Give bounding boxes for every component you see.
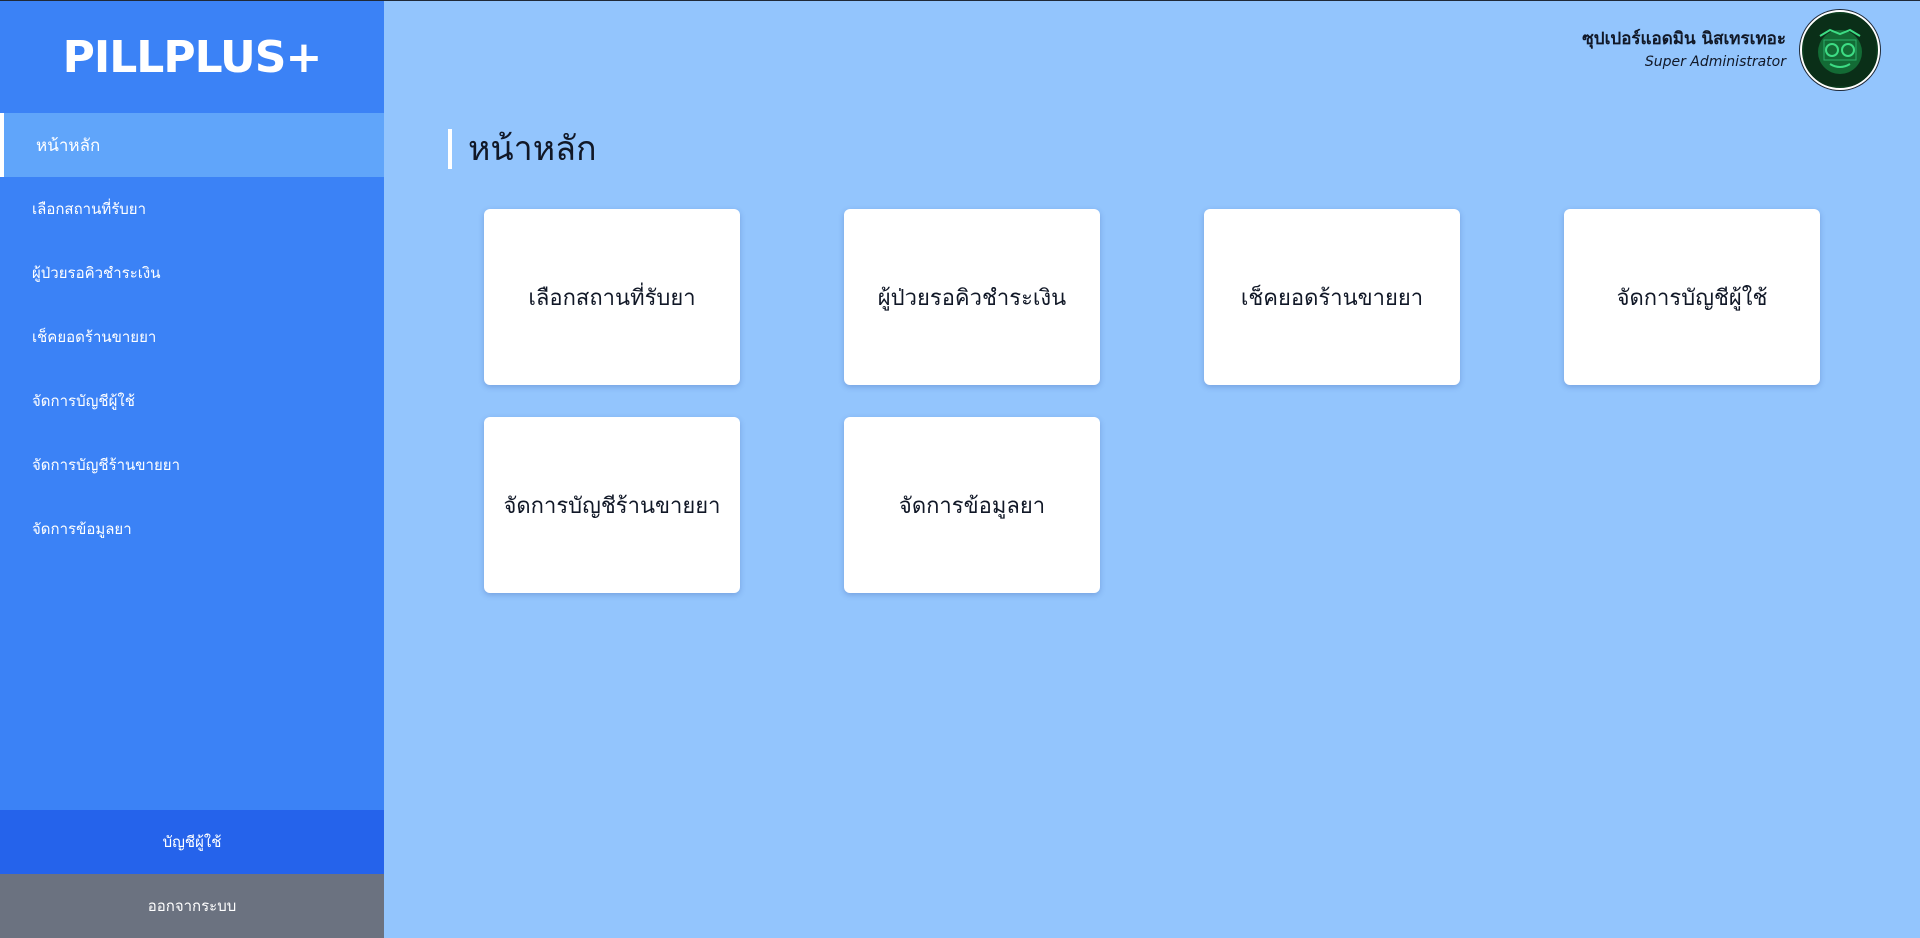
sidebar-item-manage-users[interactable]: จัดการบัญชีผู้ใช้ [0,369,384,433]
avatar[interactable] [1800,10,1880,90]
tile-pickup-location[interactable]: เลือกสถานที่รับยา [484,209,740,385]
tile-payment-queue[interactable]: ผู้ป่วยรอคิวชำระเงิน [844,209,1100,385]
sidebar-item-manage-pharmacies[interactable]: จัดการบัญชีร้านขายยา [0,433,384,497]
sidebar-item-label: หน้าหลัก [36,135,101,156]
user-name: ซุปเปอร์แอดมิน นิสเทรเทอะ [1582,29,1786,49]
account-button[interactable]: บัญชีผู้ใช้ [0,810,384,874]
sidebar-item-label: จัดการบัญชีร้านขายยา [32,456,180,474]
user-profile: ซุปเปอร์แอดมิน นิสเทรเทอะ Super Administ… [1582,10,1880,90]
app-logo[interactable]: PILLPLUS+ [0,1,384,113]
tile-manage-drugs[interactable]: จัดการข้อมูลยา [844,417,1100,593]
sidebar: PILLPLUS+ หน้าหลัก เลือกสถานที่รับยา ผู้… [0,1,384,938]
sidebar-item-label: เลือกสถานที่รับยา [32,200,147,218]
logout-button[interactable]: ออกจากระบบ [0,874,384,938]
sidebar-nav: หน้าหลัก เลือกสถานที่รับยา ผู้ป่วยรอคิวช… [0,113,384,561]
page-title: หน้าหลัก [448,129,597,169]
user-role: Super Administrator [1644,54,1786,70]
tile-manage-users[interactable]: จัดการบัญชีผู้ใช้ [1564,209,1820,385]
sidebar-item-manage-drugs[interactable]: จัดการข้อมูลยา [0,497,384,561]
sidebar-item-label: เช็คยอดร้านขายยา [32,328,157,346]
sidebar-item-payment-queue[interactable]: ผู้ป่วยรอคิวชำระเงิน [0,241,384,305]
sidebar-item-label: จัดการข้อมูลยา [32,520,132,538]
sidebar-item-home[interactable]: หน้าหลัก [0,113,384,177]
sidebar-item-label: ผู้ป่วยรอคิวชำระเงิน [32,264,161,282]
avatar-image [1804,14,1876,86]
sidebar-item-label: จัดการบัญชีผู้ใช้ [32,392,135,410]
sidebar-item-pickup-location[interactable]: เลือกสถานที่รับยา [0,177,384,241]
tile-manage-pharmacies[interactable]: จัดการบัญชีร้านขายยา [484,417,740,593]
user-info: ซุปเปอร์แอดมิน นิสเทรเทอะ Super Administ… [1582,27,1786,73]
sidebar-item-pharmacy-sales[interactable]: เช็คยอดร้านขายยา [0,305,384,369]
sidebar-footer: บัญชีผู้ใช้ ออกจากระบบ [0,810,384,938]
app-root: PILLPLUS+ หน้าหลัก เลือกสถานที่รับยา ผู้… [0,0,1920,938]
tile-pharmacy-sales[interactable]: เช็คยอดร้านขายยา [1204,209,1460,385]
